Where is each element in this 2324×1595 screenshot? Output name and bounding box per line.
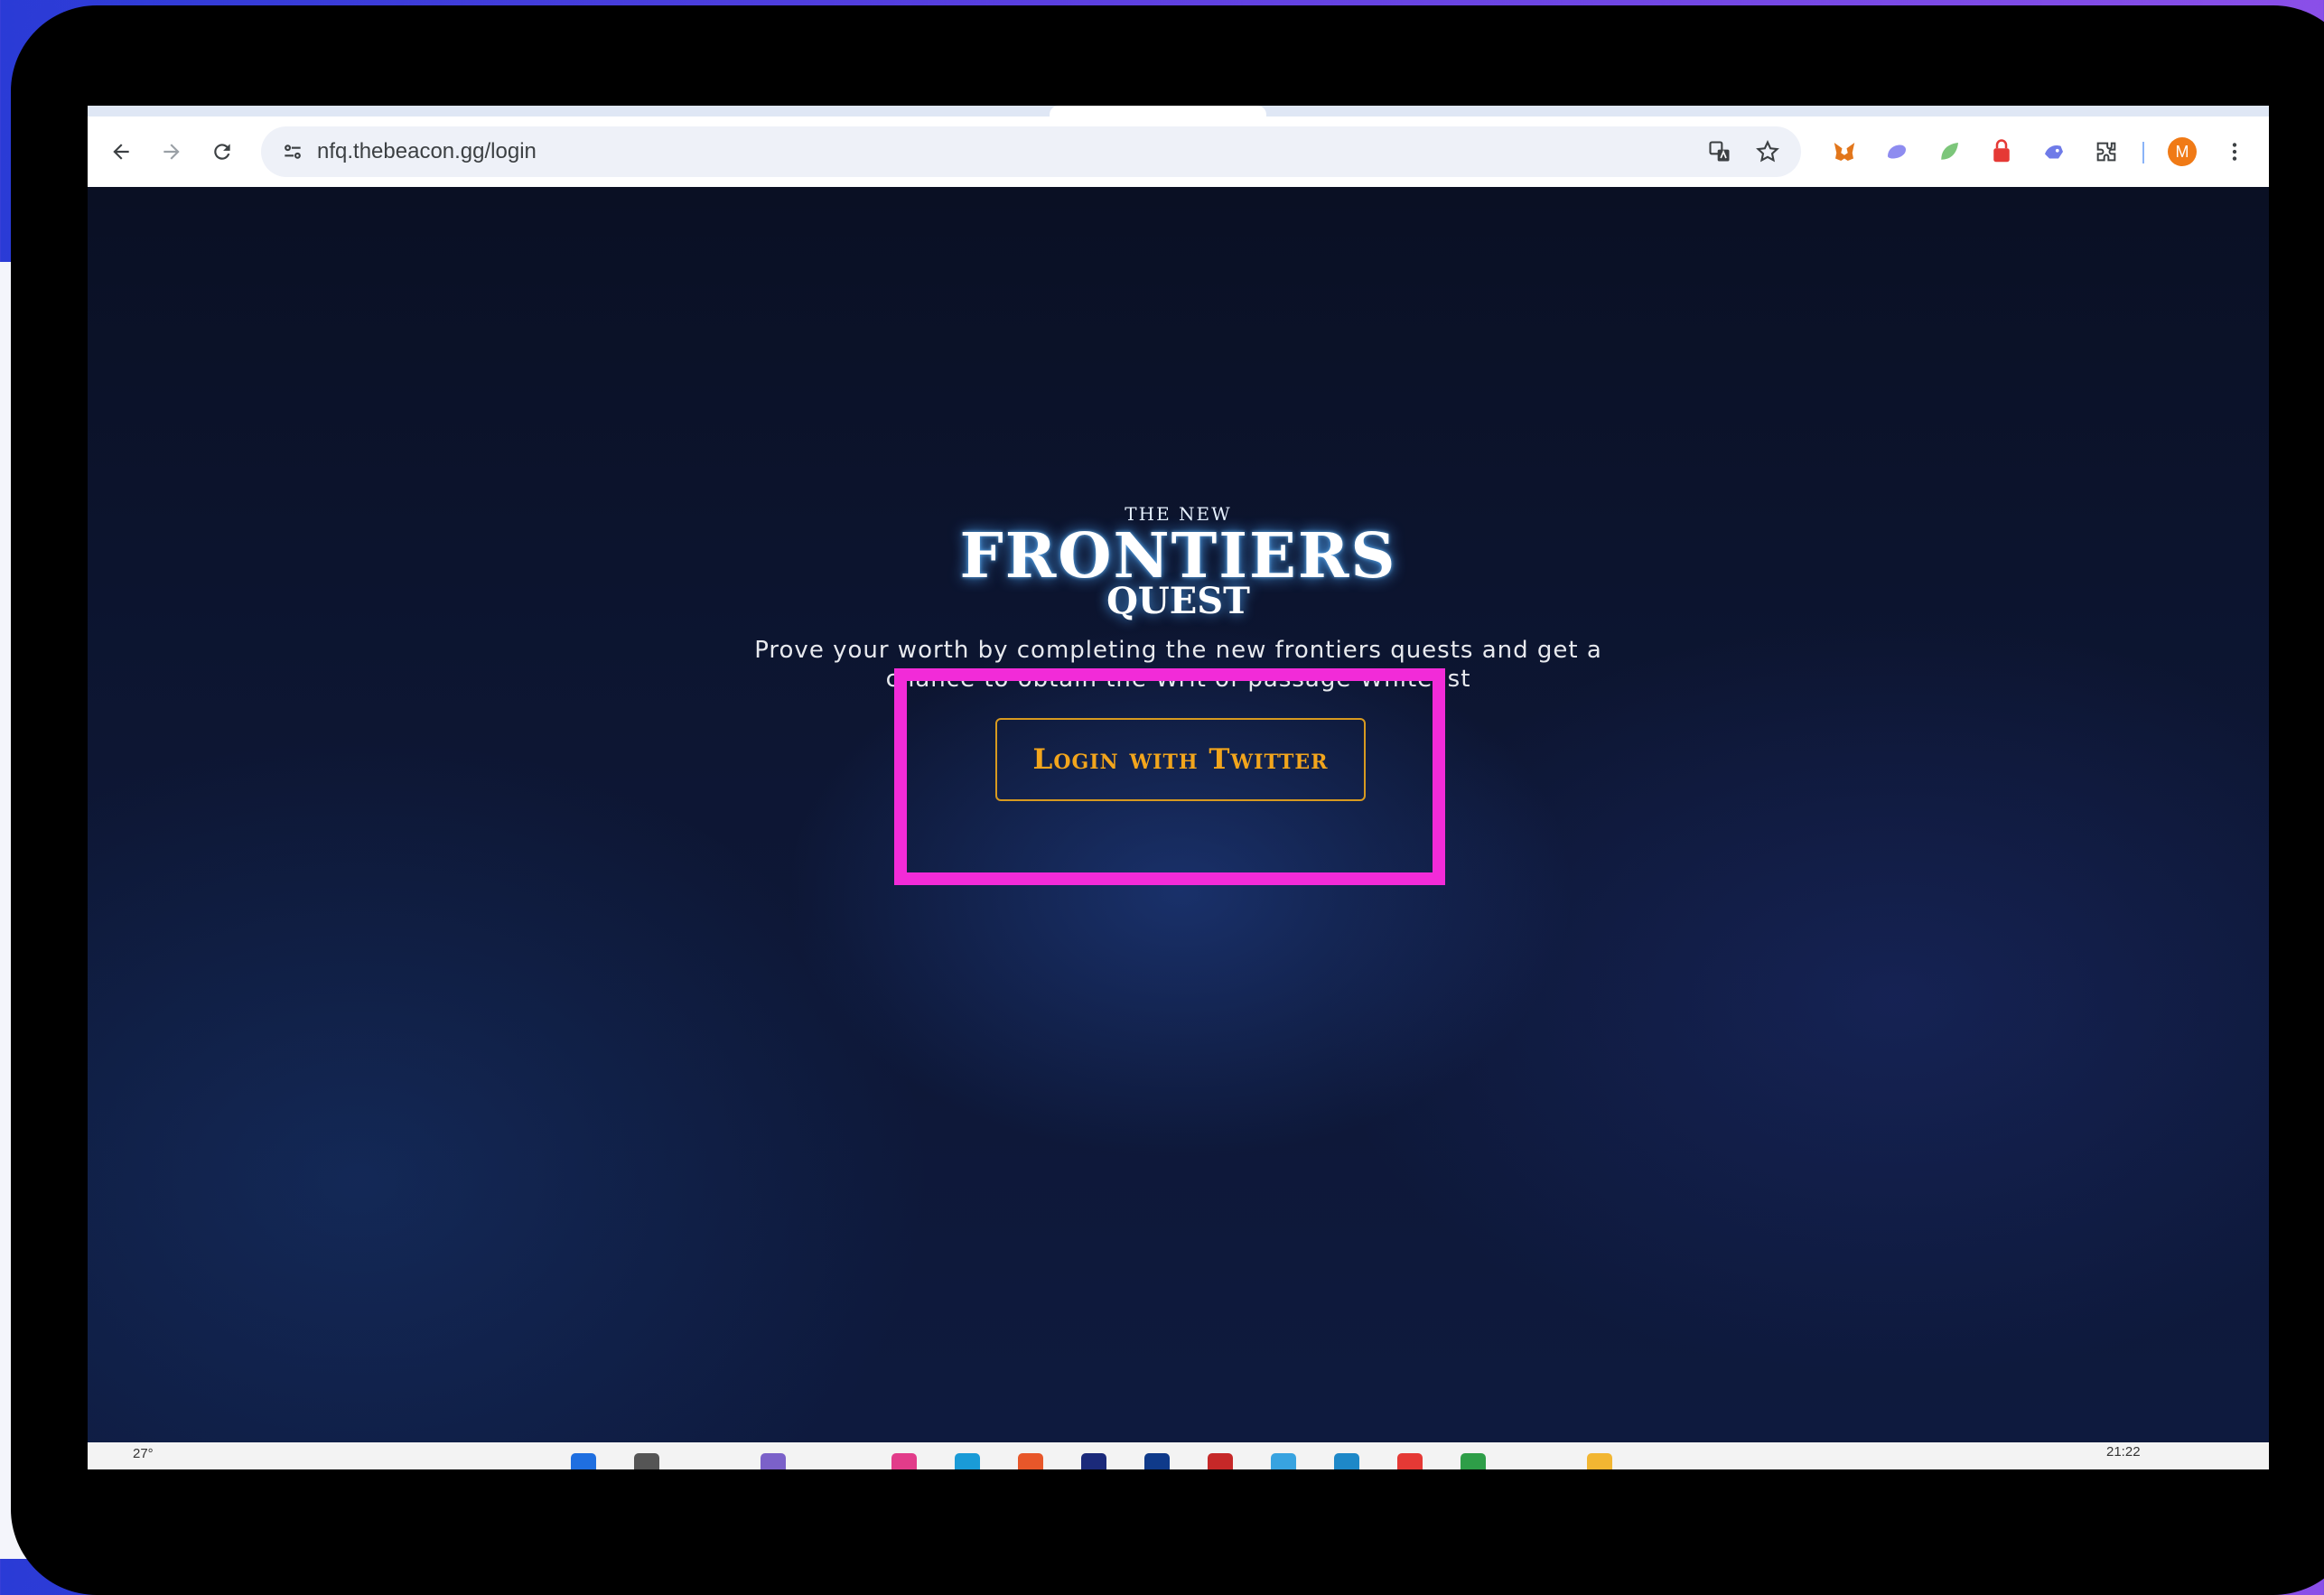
- app-icon[interactable]: [1081, 1453, 1106, 1469]
- app-icon[interactable]: [1397, 1453, 1423, 1469]
- app-icon[interactable]: [1271, 1453, 1296, 1469]
- translate-icon[interactable]: [1697, 129, 1742, 174]
- browser-toolbar: nfq.thebeacon.gg/login M: [88, 117, 2269, 188]
- weather-widget[interactable]: 27°: [133, 1446, 154, 1461]
- profile-avatar-letter: M: [2168, 137, 2197, 166]
- tab-strip: [88, 106, 2269, 117]
- address-bar[interactable]: nfq.thebeacon.gg/login: [261, 126, 1801, 177]
- url-text[interactable]: nfq.thebeacon.gg/login: [317, 126, 537, 177]
- os-taskbar: 27° 21:22: [88, 1442, 2269, 1469]
- lock-extension-icon[interactable]: [1979, 129, 2024, 174]
- app-icon[interactable]: [1208, 1453, 1233, 1469]
- app-icon[interactable]: [891, 1453, 917, 1469]
- tagline-line-1: Prove your worth by completing the new f…: [754, 637, 1602, 664]
- app-icon[interactable]: [955, 1453, 980, 1469]
- search-icon[interactable]: [634, 1453, 659, 1469]
- leaf-extension-icon[interactable]: [1927, 129, 1972, 174]
- start-icon[interactable]: [571, 1453, 596, 1469]
- forward-arrow-icon: [163, 144, 180, 160]
- extensions-puzzle-icon[interactable]: [2084, 129, 2129, 174]
- browser-window: nfq.thebeacon.gg/login M THE NEW FRONTIE…: [88, 106, 2269, 1469]
- back-arrow-icon: [113, 144, 129, 160]
- folder-icon[interactable]: [1587, 1453, 1612, 1469]
- site-settings-icon[interactable]: [270, 129, 315, 174]
- reload-button[interactable]: [200, 129, 245, 174]
- logo-sub-text: QUEST: [1106, 580, 1250, 622]
- app-icon[interactable]: [1144, 1453, 1170, 1469]
- reload-icon: [214, 144, 230, 160]
- metamask-fox-icon[interactable]: [1822, 129, 1867, 174]
- back-button[interactable]: [98, 129, 144, 174]
- wallet-extension-icon[interactable]: [1874, 129, 1919, 174]
- rabby-extension-icon[interactable]: [2031, 129, 2077, 174]
- app-icon[interactable]: [1461, 1453, 1486, 1469]
- app-icon[interactable]: [761, 1453, 786, 1469]
- browser-taskbar-icon[interactable]: [1018, 1453, 1043, 1469]
- profile-avatar[interactable]: M: [2160, 129, 2205, 174]
- logo-main-text: FRONTIERS: [959, 520, 1397, 592]
- login-with-twitter-button[interactable]: Login with Twitter: [995, 718, 1366, 801]
- forward-button[interactable]: [149, 129, 194, 174]
- taskbar-clock[interactable]: 21:22: [2106, 1444, 2141, 1460]
- frontiers-quest-logo: THE NEW FRONTIERS QUEST: [88, 503, 2269, 630]
- browser-menu-icon[interactable]: [2212, 129, 2257, 174]
- app-icon[interactable]: [1334, 1453, 1359, 1469]
- toolbar-separator: [2142, 142, 2144, 163]
- active-tab[interactable]: [1050, 106, 1266, 117]
- bookmark-star-icon[interactable]: [1745, 129, 1790, 174]
- login-page: THE NEW FRONTIERS QUEST Prove your worth…: [88, 187, 2269, 1442]
